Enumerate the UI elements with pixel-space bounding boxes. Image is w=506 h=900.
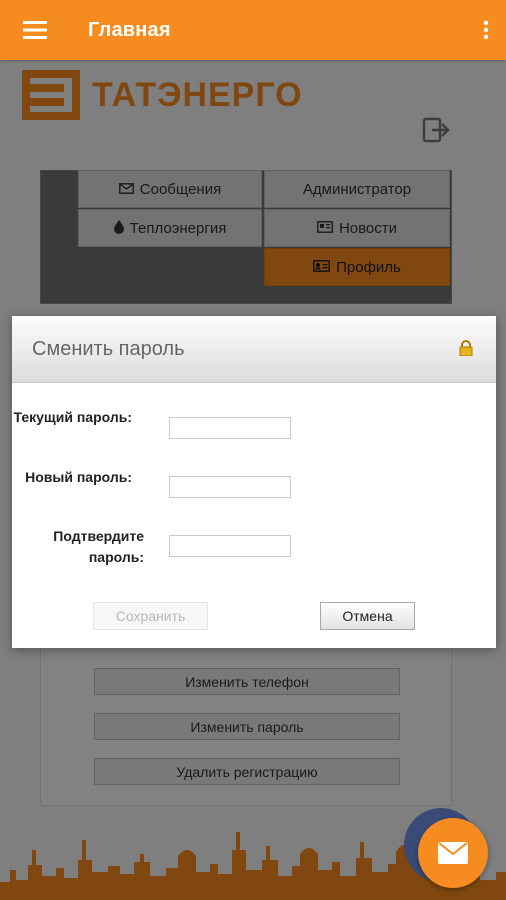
- menu-button[interactable]: [0, 0, 70, 60]
- new-password-label: Новый пароль:: [25, 469, 132, 485]
- lock-icon: [459, 340, 473, 356]
- confirm-password-input[interactable]: [169, 535, 291, 557]
- cancel-button[interactable]: Отмена: [320, 602, 415, 630]
- page-title: Главная: [88, 18, 171, 41]
- overflow-menu-button[interactable]: [466, 0, 506, 60]
- message-fab-button[interactable]: [418, 818, 488, 888]
- dialog-header: Сменить пароль: [12, 316, 496, 383]
- more-vert-icon: [483, 20, 489, 40]
- app-bar: Главная: [0, 0, 506, 60]
- current-password-label: Текущий пароль:: [13, 409, 132, 425]
- current-password-input[interactable]: [169, 417, 291, 439]
- hamburger-icon: [23, 21, 47, 39]
- envelope-icon: [438, 842, 468, 864]
- save-button[interactable]: Сохранить: [93, 602, 208, 630]
- change-password-dialog: Сменить пароль Текущий пароль: Новый пар…: [12, 316, 496, 648]
- dialog-title: Сменить пароль: [32, 337, 185, 360]
- new-password-input[interactable]: [169, 476, 291, 498]
- confirm-password-label: Подтвердите пароль:: [53, 528, 144, 565]
